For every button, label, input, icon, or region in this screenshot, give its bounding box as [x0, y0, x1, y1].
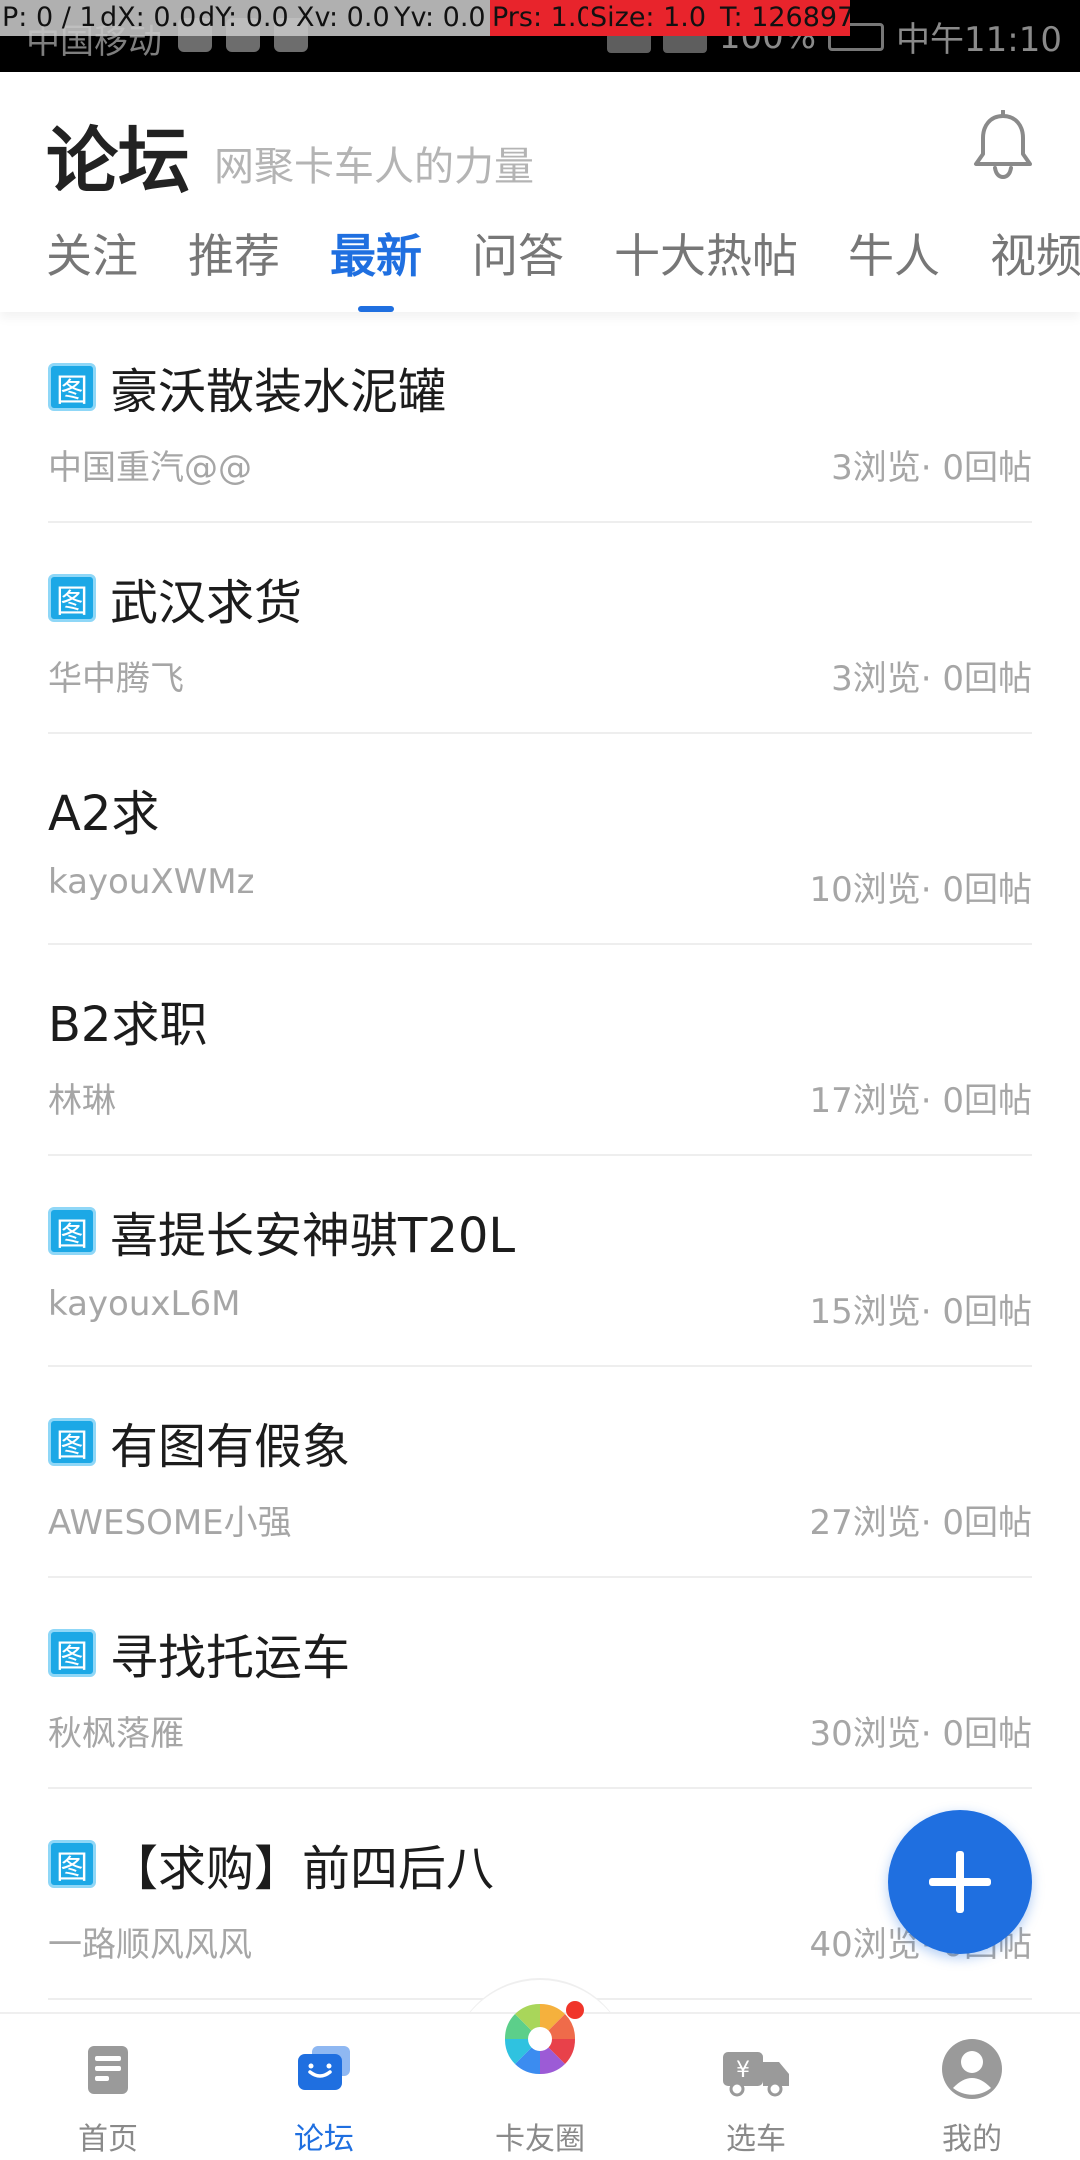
tab-latest[interactable]: 最新 [330, 220, 422, 286]
forum-icon [298, 2046, 350, 2090]
post-item[interactable]: 图 寻找托运车 秋枫落雁 30浏览· 0回帖 [48, 1578, 1032, 1789]
new-post-button[interactable] [888, 1810, 1032, 1954]
svg-text:¥: ¥ [736, 2058, 750, 2083]
post-title: 有图有假象 [110, 1419, 351, 1475]
post-item[interactable]: 图 【求购】前四后八 一路顺风风风 40浏览· 0回帖 [48, 1789, 1032, 2000]
nav-forum[interactable]: 论坛 [216, 2014, 432, 2160]
image-tag-icon: 图 [48, 574, 96, 622]
nav-select-car[interactable]: ¥ 选车 [648, 2014, 864, 2160]
debug-dy: dY: 0.0 [196, 0, 294, 36]
image-tag-icon: 图 [48, 1840, 96, 1888]
post-stats: 27浏览· 0回帖 [809, 1503, 1032, 1543]
tab-following[interactable]: 关注 [46, 220, 138, 286]
post-author: kayouxL6M [48, 1284, 241, 1324]
tab-experts[interactable]: 牛人 [848, 220, 940, 286]
pinwheel-icon [504, 2001, 584, 2075]
forum-header: 论坛 网聚卡车人的力量 关注 推荐 最新 问答 十大热帖 牛人 视频 [0, 72, 1080, 312]
profile-icon [942, 2039, 1002, 2099]
page-title: 论坛 [46, 118, 191, 203]
post-author: kayouXWMz [48, 862, 255, 902]
post-title: A2求 [48, 786, 160, 842]
post-author: 林琳 [48, 1081, 116, 1121]
image-tag-icon: 图 [48, 1207, 96, 1255]
post-title: 【求购】前四后八 [110, 1841, 495, 1897]
post-title-row: B2求职 [48, 985, 207, 1055]
bottom-navigation: 首页 论坛 卡友圈 ¥ 选车 我的 [0, 2001, 1080, 2160]
post-author: AWESOME小强 [48, 1503, 292, 1543]
nav-kayou-circle[interactable]: 卡友圈 [432, 2001, 648, 2160]
pointer-debug-overlay: P: 0 / 1 dX: 0.0 dY: 0.0 Xv: 0.0 Yv: 0.0… [0, 0, 1080, 36]
post-title-row: A2求 [48, 774, 159, 844]
post-stats: 30浏览· 0回帖 [809, 1714, 1032, 1754]
debug-time: T: 126897 [718, 0, 850, 36]
debug-yv: Yv: 0.0 [392, 0, 490, 36]
tab-qa[interactable]: 问答 [472, 220, 564, 286]
post-title: 寻找托运车 [110, 1630, 351, 1686]
post-stats: 15浏览· 0回帖 [809, 1292, 1032, 1332]
post-stats: 3浏览· 0回帖 [831, 448, 1032, 488]
debug-pointer-count: P: 0 / 1 [0, 0, 98, 36]
tab-recommended[interactable]: 推荐 [188, 220, 280, 286]
page-subtitle: 网聚卡车人的力量 [214, 144, 534, 190]
nav-profile[interactable]: 我的 [864, 2014, 1080, 2160]
post-title-row: 图 有图有假象 [48, 1407, 350, 1477]
nav-kayou-circle-label: 卡友圈 [495, 2122, 585, 2157]
post-stats: 10浏览· 0回帖 [809, 870, 1032, 910]
post-author: 一路顺风风风 [48, 1925, 252, 1965]
debug-dx: dX: 0.0 [98, 0, 196, 36]
post-list: 图 豪沃散装水泥罐 中国重汽@@ 3浏览· 0回帖 图 武汉求货 华中腾飞 3浏… [0, 312, 1080, 2000]
image-tag-icon: 图 [48, 1418, 96, 1466]
nav-profile-label: 我的 [942, 2122, 1002, 2157]
debug-pressure: Prs: 1.0 [490, 0, 588, 36]
post-author: 中国重汽@@ [48, 448, 252, 488]
nav-select-car-label: 选车 [726, 2122, 786, 2157]
nav-home[interactable]: 首页 [0, 2014, 216, 2160]
post-title-row: 图 武汉求货 [48, 563, 302, 633]
debug-size: Size: 1.0 [588, 0, 718, 36]
post-title-row: 图 喜提长安神骐T20L [48, 1196, 515, 1266]
nav-home-label: 首页 [78, 2122, 138, 2157]
debug-xv: Xv: 0.0 [294, 0, 392, 36]
post-title-row: 图 豪沃散装水泥罐 [48, 352, 446, 422]
post-stats: 17浏览· 0回帖 [809, 1081, 1032, 1121]
post-author: 秋枫落雁 [48, 1714, 184, 1754]
post-item[interactable]: 图 武汉求货 华中腾飞 3浏览· 0回帖 [48, 523, 1032, 734]
post-item[interactable]: 图 喜提长安神骐T20L kayouxL6M 15浏览· 0回帖 [48, 1156, 1032, 1367]
post-item[interactable]: 图 豪沃散装水泥罐 中国重汽@@ 3浏览· 0回帖 [48, 312, 1032, 523]
image-tag-icon: 图 [48, 1629, 96, 1677]
post-title-row: 图 【求购】前四后八 [48, 1829, 494, 1899]
truck-icon: ¥ [723, 2052, 789, 2097]
tab-video[interactable]: 视频 [990, 220, 1080, 286]
tab-top-ten[interactable]: 十大热帖 [614, 220, 798, 286]
post-title: 武汉求货 [110, 575, 303, 631]
post-title: B2求职 [48, 997, 208, 1053]
post-title: 喜提长安神骐T20L [110, 1208, 516, 1264]
nav-forum-label: 论坛 [294, 2122, 354, 2157]
image-tag-icon: 图 [48, 363, 96, 411]
post-stats: 3浏览· 0回帖 [831, 659, 1032, 699]
post-title-row: 图 寻找托运车 [48, 1618, 350, 1688]
category-tabs: 关注 推荐 最新 问答 十大热帖 牛人 视频 [46, 220, 1080, 286]
post-author: 华中腾飞 [48, 659, 184, 699]
home-icon [88, 2046, 128, 2094]
notification-bell-icon[interactable] [970, 110, 1036, 180]
post-item[interactable]: 图 有图有假象 AWESOME小强 27浏览· 0回帖 [48, 1367, 1032, 1578]
post-item[interactable]: B2求职 林琳 17浏览· 0回帖 [48, 945, 1032, 1156]
post-item[interactable]: A2求 kayouXWMz 10浏览· 0回帖 [48, 734, 1032, 945]
post-title: 豪沃散装水泥罐 [110, 364, 447, 420]
